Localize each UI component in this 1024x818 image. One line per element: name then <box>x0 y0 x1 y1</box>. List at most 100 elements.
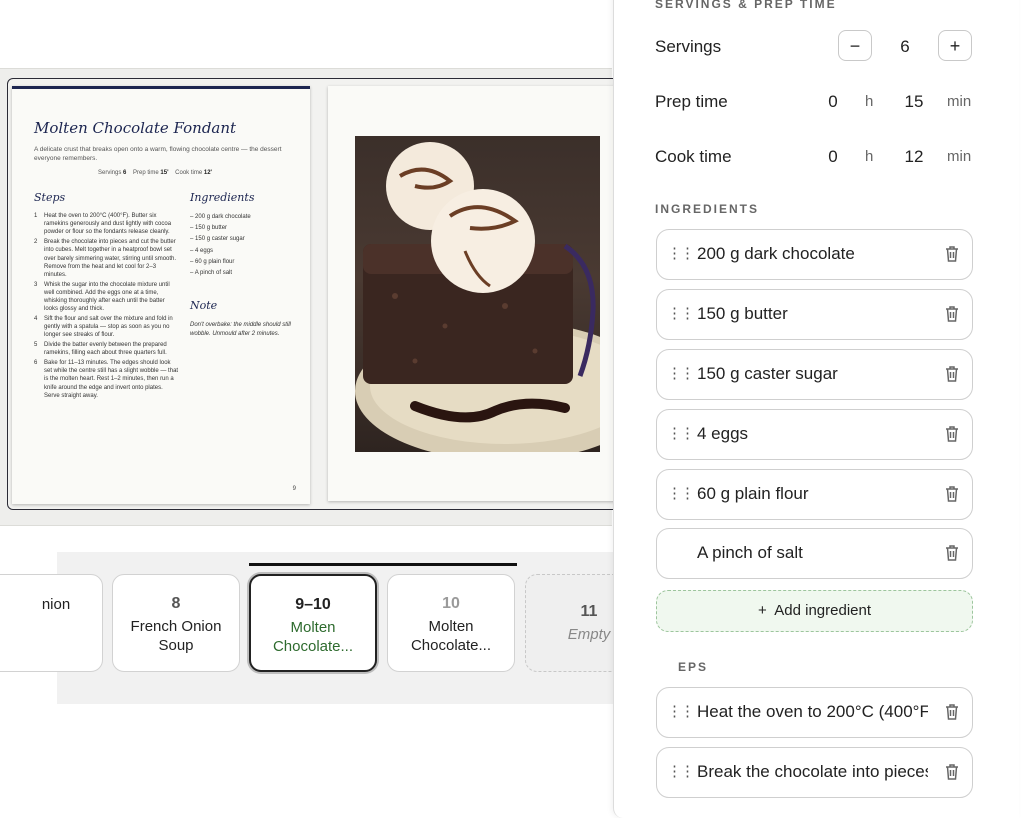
ingredients-section-title: INGREDIENTS <box>655 202 759 216</box>
trash-icon[interactable] <box>942 424 962 444</box>
thumbnail-number: 10 <box>388 595 514 613</box>
book-preview: Molten Chocolate Fondant A delicate crus… <box>0 68 612 526</box>
servings-increment-button[interactable]: + <box>938 30 972 61</box>
steps-list: 1 Heat the oven to 200°C (400°F). Butter … <box>34 212 179 401</box>
step-text: Heat the oven to 200°C (400°F). Butter s… <box>44 213 171 235</box>
drag-handle-icon[interactable]: ⋮⋮ <box>667 702 693 720</box>
cook-minutes-unit: min <box>947 148 971 165</box>
trash-icon[interactable] <box>942 304 962 324</box>
ingredient-input[interactable]: 200 g dark chocolate <box>697 244 928 264</box>
add-ingredient-button[interactable]: + Add ingredient <box>656 590 973 632</box>
fondant-image <box>355 136 600 452</box>
step-text: Sift the flour and salt over the mixture… <box>44 316 173 338</box>
servings-section-title: SERVINGS & PREP TIME <box>655 0 837 11</box>
step-text: Whisk the sugar into the chocolate mixtu… <box>44 282 170 313</box>
prep-meta-value: 15' <box>160 170 168 176</box>
step-item: 3 Whisk the sugar into the chocolate mixt… <box>34 281 179 314</box>
trash-icon[interactable] <box>942 762 962 782</box>
step-input[interactable]: Heat the oven to 200°C (400°F) <box>697 702 928 722</box>
servings-value[interactable]: 6 <box>890 37 920 57</box>
servings-meta-label: Servings <box>98 170 121 176</box>
drag-handle-icon[interactable]: ⋮⋮ <box>667 762 693 780</box>
ingredient-row[interactable]: ⋮⋮ 60 g plain flour <box>656 469 973 520</box>
steps-section-title: EPS <box>678 660 708 674</box>
ingredient-text: 150 g caster sugar <box>195 236 245 242</box>
thumbnail-french-onion-partial[interactable]: nion <box>0 574 103 672</box>
cook-meta-label: Cook time <box>175 170 202 176</box>
ingredients-heading: Ingredients <box>190 191 254 204</box>
trash-icon[interactable] <box>942 543 962 563</box>
note-heading: Note <box>190 299 217 312</box>
step-number: 5 <box>34 341 37 349</box>
ingredient-item: – 60 g plain flour <box>190 257 251 268</box>
steps-heading: Steps <box>34 191 65 204</box>
ingredient-row[interactable]: ⋮⋮ 150 g butter <box>656 289 973 340</box>
ingredient-text: 200 g dark chocolate <box>195 214 251 220</box>
ingredient-row[interactable]: ⋮⋮ 200 g dark chocolate <box>656 229 973 280</box>
note-text: Don't overbake: the middle should still … <box>190 321 298 338</box>
prep-hours-unit: h <box>865 93 873 110</box>
trash-icon[interactable] <box>942 244 962 264</box>
drag-handle-icon[interactable]: ⋮⋮ <box>667 424 693 442</box>
ingredient-input[interactable]: 4 eggs <box>697 424 928 444</box>
prep-time-label: Prep time <box>655 92 728 112</box>
page-number: 9 <box>293 486 296 492</box>
trash-icon[interactable] <box>942 484 962 504</box>
thumbnail-page-9-10[interactable]: 9–10 Molten Chocolate... <box>249 574 377 672</box>
ingredient-input[interactable]: A pinch of salt <box>697 543 928 563</box>
step-number: 1 <box>34 212 37 220</box>
drag-handle-icon[interactable]: ⋮⋮ <box>667 244 693 262</box>
ingredient-item: – A pinch of salt <box>190 268 251 279</box>
recipe-photo[interactable] <box>355 136 600 452</box>
ingredient-input[interactable]: 150 g caster sugar <box>697 364 928 384</box>
right-page[interactable]: 1 <box>328 86 621 501</box>
step-item: 6Bake for 11–13 minutes. The edges shoul… <box>34 359 179 400</box>
drag-handle-icon[interactable]: ⋮⋮ <box>667 364 693 382</box>
step-number: 4 <box>34 315 37 323</box>
prep-minutes-field[interactable]: 15 <box>899 92 929 112</box>
ingredient-input[interactable]: 60 g plain flour <box>697 484 928 504</box>
filmstrip-scroll-indicator[interactable] <box>249 563 517 566</box>
step-row[interactable]: ⋮⋮ Break the chocolate into pieces <box>656 747 973 798</box>
cook-minutes-field[interactable]: 12 <box>899 147 929 167</box>
trash-icon[interactable] <box>942 702 962 722</box>
recipe-title: Molten Chocolate Fondant <box>34 119 236 137</box>
thumbnail-page-8[interactable]: 8 French Onion Soup <box>112 574 240 672</box>
thumbnail-title: nion <box>0 595 102 614</box>
ingredient-item: – 150 g butter <box>190 223 251 234</box>
cook-hours-field[interactable]: 0 <box>818 147 848 167</box>
servings-decrement-button[interactable]: − <box>838 30 872 61</box>
thumbnail-title: Molten Chocolate... <box>388 617 514 655</box>
servings-label: Servings <box>655 37 721 57</box>
trash-icon[interactable] <box>942 364 962 384</box>
ingredient-row[interactable]: ⋮⋮ 150 g caster sugar <box>656 349 973 400</box>
ingredient-item: – 4 eggs <box>190 246 251 257</box>
drag-handle-icon[interactable]: ⋮⋮ <box>667 484 693 502</box>
ingredient-item: – 200 g dark chocolate <box>190 212 251 223</box>
step-row[interactable]: ⋮⋮ Heat the oven to 200°C (400°F) <box>656 687 973 738</box>
step-text: Break the chocolate into pieces and cut … <box>44 239 176 278</box>
prep-minutes-unit: min <box>947 93 971 110</box>
plus-icon: + <box>758 602 767 619</box>
step-item: 4 Sift the flour and salt over the mixtur… <box>34 315 179 340</box>
step-input[interactable]: Break the chocolate into pieces <box>697 762 928 782</box>
ingredient-row[interactable]: ⋮⋮ 4 eggs <box>656 409 973 460</box>
prep-hours-field[interactable]: 0 <box>818 92 848 112</box>
ingredient-row[interactable]: A pinch of salt <box>656 528 973 579</box>
thumbnail-page-10[interactable]: 10 Molten Chocolate... <box>387 574 515 672</box>
step-text: Divide the batter evenly between the pre… <box>44 342 167 356</box>
page-spread[interactable]: Molten Chocolate Fondant A delicate crus… <box>7 78 621 510</box>
ingredients-list: – 200 g dark chocolate – 150 g butter – … <box>190 212 251 279</box>
step-text: Bake for 11–13 minutes. The edges should… <box>44 360 178 399</box>
ingredient-text: 150 g butter <box>195 225 227 231</box>
ingredient-text: A pinch of salt <box>195 270 232 276</box>
cook-meta-value: 12' <box>204 170 212 176</box>
drag-handle-icon[interactable]: ⋮⋮ <box>667 304 693 322</box>
ingredient-input[interactable]: 150 g butter <box>697 304 928 324</box>
cook-hours-unit: h <box>865 148 873 165</box>
thumbnail-number: 9–10 <box>251 596 375 614</box>
left-page[interactable]: Molten Chocolate Fondant A delicate crus… <box>12 86 310 504</box>
step-number: 3 <box>34 281 37 289</box>
thumbnail-title: French Onion Soup <box>113 617 239 655</box>
recipe-description: A delicate crust that breaks open onto a… <box>34 145 296 163</box>
